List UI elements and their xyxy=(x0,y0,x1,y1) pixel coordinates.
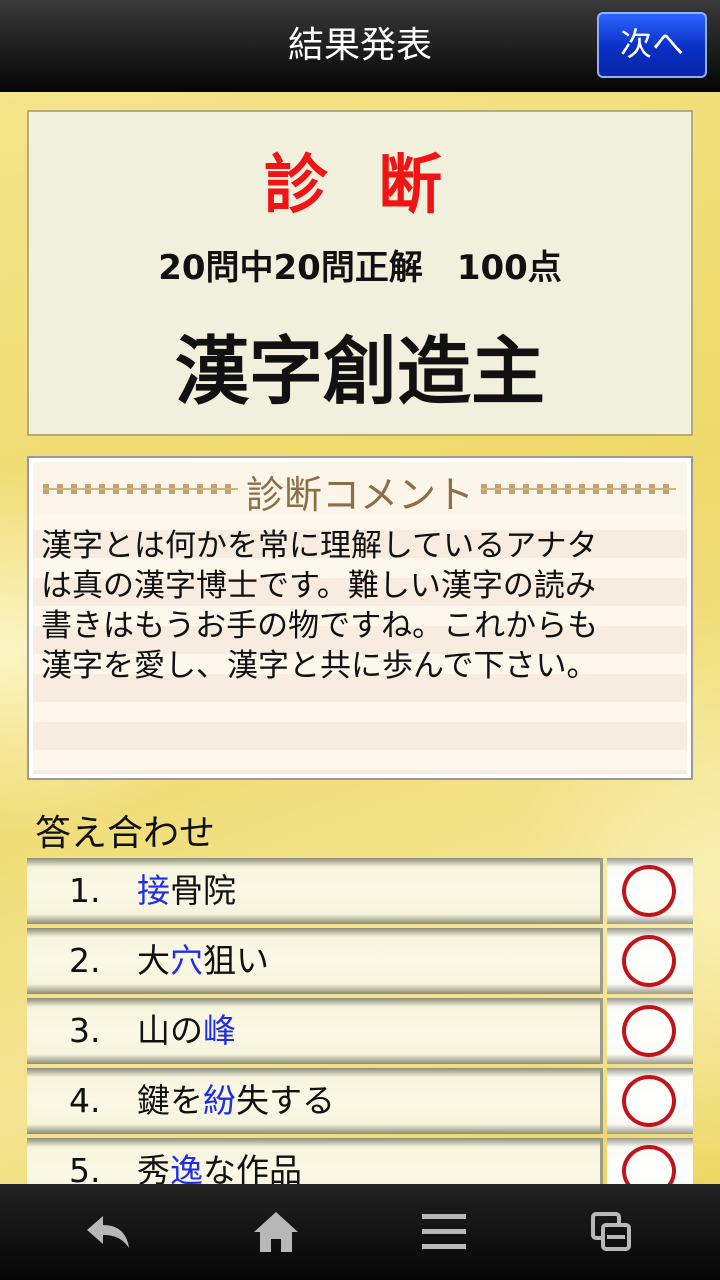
answer-text: 2. 大穴狙い xyxy=(69,928,269,994)
correct-circle-icon xyxy=(622,935,676,987)
answer-text-before: 山の xyxy=(137,1011,203,1050)
answer-cell[interactable]: 1. 接骨院 xyxy=(27,858,603,924)
answer-text-after: 失する xyxy=(236,1081,335,1120)
answer-highlight: 紛 xyxy=(203,1081,236,1120)
answer-text-after: 骨院 xyxy=(170,871,236,910)
comment-text: 漢字とは何かを常に理解しているアナタ は真の漢字博士です。難しい漢字の読み 書き… xyxy=(41,526,681,686)
answer-row[interactable]: 5. 秀逸な作品 xyxy=(27,1138,693,1184)
correct-circle-icon xyxy=(622,1145,676,1184)
answer-cell[interactable]: 3. 山の峰 xyxy=(27,998,603,1064)
home-button[interactable] xyxy=(216,1184,336,1280)
menu-button[interactable] xyxy=(384,1184,504,1280)
comment-panel: 診断コメント 漢字とは何かを常に理解しているアナタ は真の漢字博士です。難しい漢… xyxy=(27,456,693,780)
comment-header: 診断コメント xyxy=(33,462,687,517)
answer-highlight: 逸 xyxy=(170,1151,203,1184)
score-text: 20問中20問正解 100点 xyxy=(158,248,562,288)
answer-highlight: 穴 xyxy=(170,941,203,980)
navigation-bar xyxy=(0,1184,720,1280)
diagnosis-panel: 診 断 20問中20問正解 100点 漢字創造主 xyxy=(27,110,693,436)
answer-cell[interactable]: 2. 大穴狙い xyxy=(27,928,603,994)
answer-highlight: 接 xyxy=(137,871,170,910)
correct-circle-icon xyxy=(622,1075,676,1127)
answer-cell[interactable]: 4. 鍵を紛失する xyxy=(27,1068,603,1134)
home-icon xyxy=(254,1212,298,1252)
comment-line: は真の漢字博士です。難しい漢字の読み xyxy=(41,568,596,604)
result-mark-cell xyxy=(607,928,693,994)
answer-text: 4. 鍵を紛失する xyxy=(69,1068,335,1134)
recent-apps-icon xyxy=(591,1212,631,1251)
result-content[interactable]: 診 断 20問中20問正解 100点 漢字創造主 診断コメント 漢字とは何かを常… xyxy=(0,92,720,1184)
comment-line: 漢字とは何かを常に理解しているアナタ xyxy=(41,528,598,564)
answer-number: 2. xyxy=(69,941,101,980)
answer-text: 5. 秀逸な作品 xyxy=(69,1138,302,1184)
answers-heading: 答え合わせ xyxy=(35,813,216,854)
result-mark-cell xyxy=(607,1068,693,1134)
answer-row[interactable]: 4. 鍵を紛失する xyxy=(27,1068,693,1134)
answer-cell[interactable]: 5. 秀逸な作品 xyxy=(27,1138,603,1184)
ornament-left xyxy=(43,484,238,494)
answer-number: 1. xyxy=(69,871,101,910)
answer-number: 3. xyxy=(69,1011,101,1050)
correct-circle-icon xyxy=(622,1005,676,1057)
back-button[interactable] xyxy=(48,1184,168,1280)
answer-row[interactable]: 2. 大穴狙い xyxy=(27,928,693,994)
comment-label: 診断コメント xyxy=(245,473,474,517)
answer-text-after: な作品 xyxy=(203,1151,302,1184)
result-mark-cell xyxy=(607,1138,693,1184)
answer-row[interactable]: 3. 山の峰 xyxy=(27,998,693,1064)
rank-title: 漢字創造主 xyxy=(175,329,545,415)
answer-text-before: 秀 xyxy=(137,1151,170,1184)
answer-text-before: 大 xyxy=(137,941,170,980)
recent-apps-button[interactable] xyxy=(552,1184,672,1280)
action-bar: 結果発表 次へ xyxy=(0,0,720,92)
answer-highlight: 峰 xyxy=(203,1011,236,1050)
ornament-right xyxy=(481,484,676,494)
result-mark-cell xyxy=(607,998,693,1064)
answer-text: 3. 山の峰 xyxy=(69,998,236,1064)
comment-line: 漢字を愛し、漢字と共に歩んで下さい。 xyxy=(41,648,598,684)
result-mark-cell xyxy=(607,858,693,924)
next-button[interactable]: 次へ xyxy=(597,12,707,78)
correct-circle-icon xyxy=(622,865,676,917)
menu-icon xyxy=(422,1214,466,1249)
back-icon xyxy=(87,1216,129,1248)
answer-number: 4. xyxy=(69,1081,101,1120)
comment-line: 書きはもうお手の物ですね。これからも xyxy=(41,608,599,644)
answer-text-before: 鍵を xyxy=(137,1081,203,1120)
diagnosis-title: 診 断 xyxy=(263,149,457,223)
comment-paper: 診断コメント 漢字とは何かを常に理解しているアナタ は真の漢字博士です。難しい漢… xyxy=(33,462,687,774)
answer-row[interactable]: 1. 接骨院 xyxy=(27,858,693,924)
answer-text-after: 狙い xyxy=(203,941,269,980)
answer-number: 5. xyxy=(69,1151,101,1184)
answer-text: 1. 接骨院 xyxy=(69,858,236,924)
